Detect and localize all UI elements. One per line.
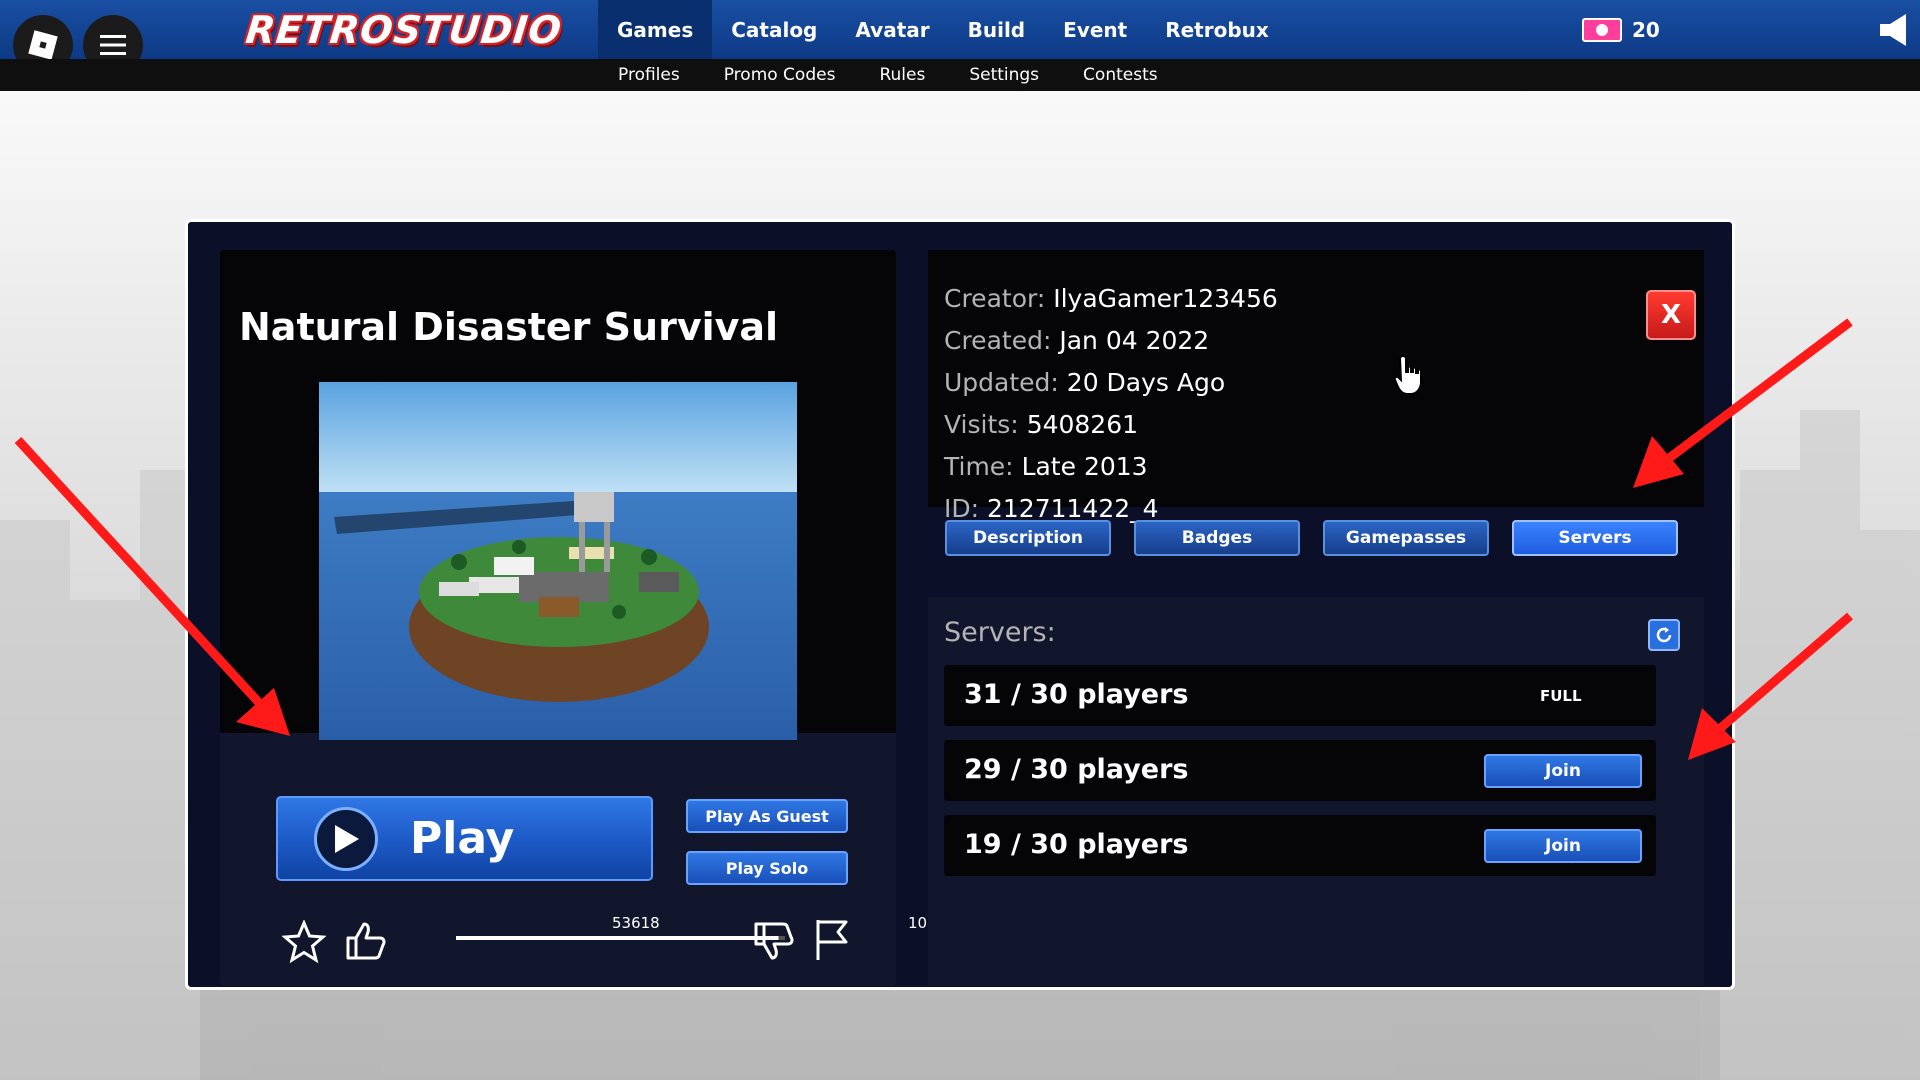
subnav-contests[interactable]: Contests: [1061, 59, 1180, 91]
updated-value: 20 Days Ago: [1066, 368, 1226, 397]
server-players: 29 / 30 players: [964, 754, 1189, 785]
servers-title: Servers:: [944, 617, 1056, 648]
time-value: Late 2013: [1021, 452, 1148, 481]
server-row: 29 / 30 players Join: [944, 740, 1656, 801]
hamburger-icon: [100, 35, 126, 55]
rating-area: 53618 1081: [282, 914, 946, 964]
id-value: 212711422_4: [987, 494, 1159, 523]
game-thumbnail: [319, 382, 797, 740]
like-ratio-bar: [456, 936, 785, 940]
retrobux-icon: [1582, 18, 1622, 42]
top-navigation-bar: RETROSTUDIO Games Catalog Avatar Build E…: [0, 0, 1920, 75]
refresh-icon: [1656, 627, 1672, 643]
id-line: ID: 212711422_4: [944, 494, 1159, 523]
close-button[interactable]: X: [1646, 290, 1696, 340]
game-title: Natural Disaster Survival: [239, 305, 779, 349]
nav-avatar[interactable]: Avatar: [836, 0, 948, 59]
site-logo[interactable]: RETROSTUDIO: [244, 8, 564, 52]
tab-servers[interactable]: Servers: [1512, 520, 1678, 556]
servers-card: Servers: 31 / 30 players FULL 29 / 30 pl…: [928, 597, 1704, 986]
game-overview-card: Natural Disaster Survival Play Play As G…: [220, 250, 946, 986]
speaker-icon[interactable]: [1878, 12, 1914, 48]
flag-icon[interactable]: [812, 918, 852, 962]
refresh-button[interactable]: [1648, 619, 1680, 651]
nav-retrobux[interactable]: Retrobux: [1146, 0, 1288, 59]
currency-display[interactable]: 20: [1582, 15, 1660, 45]
visits-label: Visits:: [944, 410, 1019, 439]
nav-games[interactable]: Games: [598, 0, 713, 59]
updated-line: Updated: 20 Days Ago: [944, 368, 1225, 397]
main-nav: Games Catalog Avatar Build Event Retrobu…: [598, 0, 1288, 59]
thumbs-down-icon[interactable]: [752, 920, 796, 964]
nav-build[interactable]: Build: [949, 0, 1045, 59]
creator-name[interactable]: IlyaGamer123456: [1053, 284, 1278, 313]
currency-amount: 20: [1632, 18, 1660, 42]
tab-gamepasses[interactable]: Gamepasses: [1323, 520, 1489, 556]
sub-navigation-bar: Profiles Promo Codes Rules Settings Cont…: [0, 59, 1920, 91]
server-players: 19 / 30 players: [964, 829, 1189, 860]
thumbs-up-icon[interactable]: [344, 918, 388, 962]
game-details-panel: Natural Disaster Survival Play Play As G…: [185, 219, 1735, 990]
server-full-badge: FULL: [1540, 687, 1582, 705]
created-value: Jan 04 2022: [1059, 326, 1210, 355]
play-icon: [314, 806, 378, 871]
created-line: Created: Jan 04 2022: [944, 326, 1209, 355]
like-count: 53618: [612, 914, 660, 932]
updated-label: Updated:: [944, 368, 1059, 397]
creator-label: Creator:: [944, 284, 1046, 313]
visits-line: Visits: 5408261: [944, 410, 1138, 439]
creator-line: Creator: IlyaGamer123456: [944, 284, 1278, 313]
play-button-label: Play: [410, 813, 515, 864]
star-icon[interactable]: [282, 920, 326, 964]
created-label: Created:: [944, 326, 1052, 355]
server-players: 31 / 30 players: [964, 679, 1189, 710]
tab-badges[interactable]: Badges: [1134, 520, 1300, 556]
play-as-guest-button[interactable]: Play As Guest: [686, 799, 848, 833]
nav-event[interactable]: Event: [1044, 0, 1146, 59]
server-row: 31 / 30 players FULL: [944, 665, 1656, 726]
subnav-profiles[interactable]: Profiles: [596, 59, 702, 91]
subnav-settings[interactable]: Settings: [947, 59, 1061, 91]
nav-catalog[interactable]: Catalog: [712, 0, 836, 59]
subnav-rules[interactable]: Rules: [857, 59, 947, 91]
id-label: ID:: [944, 494, 980, 523]
hand-cursor-icon: [1393, 354, 1422, 395]
subnav-promo-codes[interactable]: Promo Codes: [702, 59, 858, 91]
time-label: Time:: [944, 452, 1014, 481]
game-info-card: Creator: IlyaGamer123456 Created: Jan 04…: [928, 250, 1704, 523]
join-button[interactable]: Join: [1484, 754, 1642, 788]
tab-description[interactable]: Description: [945, 520, 1111, 556]
join-button[interactable]: Join: [1484, 829, 1642, 863]
time-line: Time: Late 2013: [944, 452, 1148, 481]
play-solo-button[interactable]: Play Solo: [686, 851, 848, 885]
server-row: 19 / 30 players Join: [944, 815, 1656, 876]
roblox-square-icon: [28, 30, 58, 60]
play-button[interactable]: Play: [276, 796, 653, 881]
visits-value: 5408261: [1026, 410, 1139, 439]
